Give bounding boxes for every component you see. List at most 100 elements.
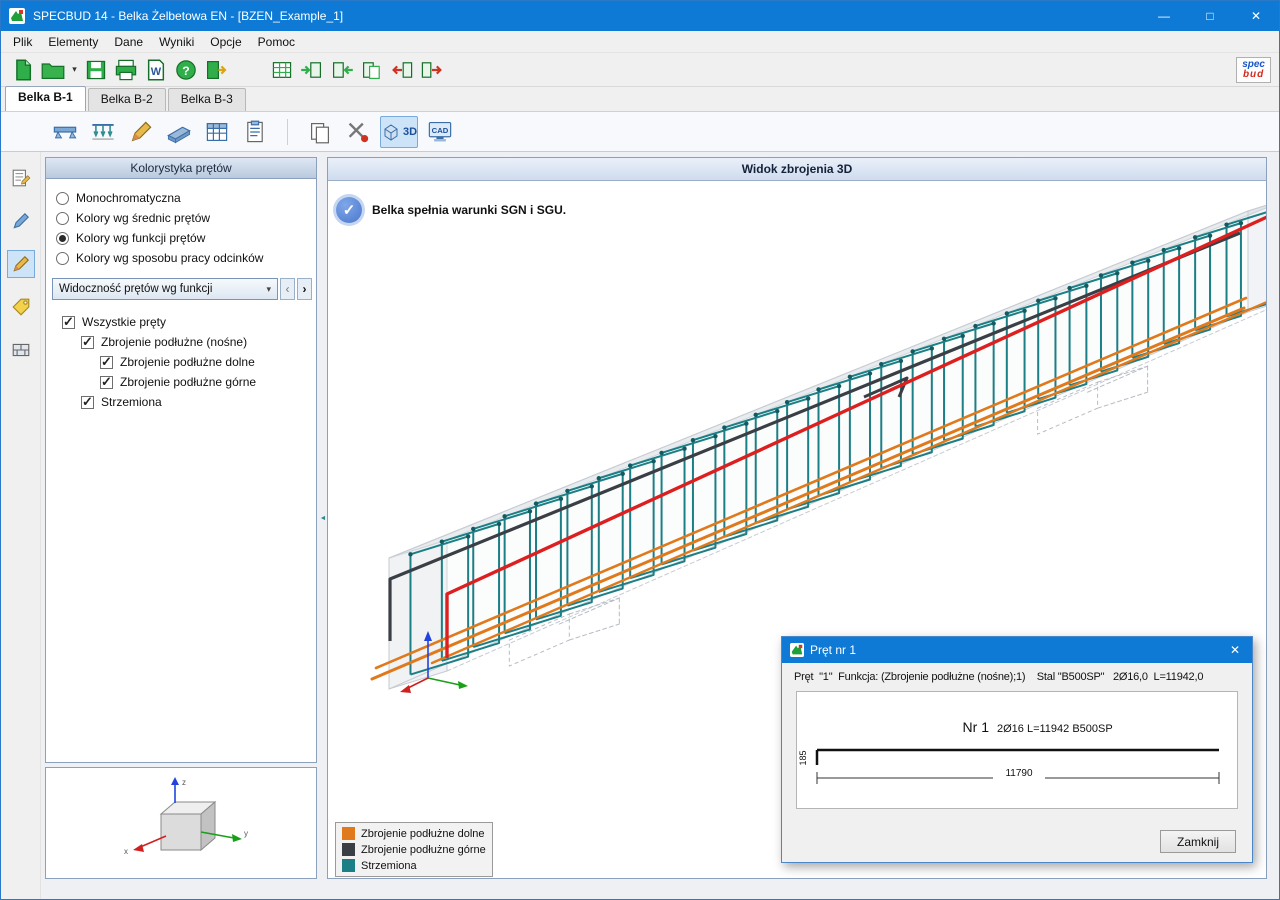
dialog-title: Pręt nr 1	[810, 643, 856, 657]
reinforcement-view-button[interactable]	[7, 250, 35, 278]
help-button[interactable]: ?	[172, 56, 200, 84]
menu-item[interactable]: Elementy	[40, 32, 106, 52]
open-file-button[interactable]	[39, 56, 67, 84]
color-mode-radios: Monochromatyczna Kolory wg średnic prętó…	[46, 179, 316, 268]
tree-item[interactable]: Wszystkie pręty	[46, 312, 316, 332]
delete-element-button[interactable]	[418, 56, 446, 84]
open-file-dropdown[interactable]: ▾	[69, 56, 80, 84]
visibility-combo-row: Widoczność prętów wg funkcji ▾ ‹ ›	[52, 278, 312, 300]
view-3d-button[interactable]: 3D	[380, 116, 418, 148]
loads-button[interactable]	[87, 116, 119, 148]
menu-item[interactable]: Opcje	[202, 32, 249, 52]
application-window: SPECBUD 14 - Belka Żelbetowa EN - [BZEN_…	[0, 0, 1280, 900]
bar-tools-button[interactable]	[342, 116, 374, 148]
radio-option[interactable]: Kolory wg sposobu pracy odcinków	[46, 248, 316, 268]
tree-item[interactable]: Zbrojenie podłużne górne	[46, 372, 316, 392]
visibility-dropdown[interactable]: Widoczność prętów wg funkcji ▾	[52, 278, 278, 300]
tab[interactable]: Belka B-2	[88, 88, 166, 111]
tree-item[interactable]: Zbrojenie podłużne dolne	[46, 352, 316, 372]
checkbox[interactable]	[62, 316, 75, 329]
menu-item[interactable]: Pomoc	[250, 32, 303, 52]
maximize-button[interactable]: □	[1187, 1, 1233, 31]
checkbox[interactable]	[100, 356, 113, 369]
print-icon	[114, 59, 138, 81]
new-file-icon	[12, 59, 34, 81]
radio-label: Kolory wg funkcji prętów	[76, 231, 205, 245]
cad-label: CAD	[432, 126, 449, 135]
insert-element-button[interactable]	[328, 56, 356, 84]
beam-scheme-icon	[52, 120, 78, 144]
dialog-close-icon[interactable]: ✕	[1218, 637, 1252, 663]
visibility-dropdown-value: Widoczność prętów wg funkcji	[59, 283, 212, 295]
hook-dimension: 185	[798, 750, 808, 765]
total-dimension: 11790	[1005, 768, 1033, 779]
view-toolbar: 3D CAD	[1, 112, 1279, 152]
beam-scheme-button[interactable]	[49, 116, 81, 148]
legend-swatch	[342, 859, 355, 872]
geometry-button[interactable]	[7, 164, 35, 192]
print-button[interactable]	[112, 56, 140, 84]
legend-label: Zbrojenie podłużne dolne	[361, 828, 485, 840]
minimize-button[interactable]: —	[1141, 1, 1187, 31]
menu-item[interactable]: Dane	[106, 32, 151, 52]
exit-button[interactable]	[202, 56, 230, 84]
tree-item[interactable]: Zbrojenie podłużne (nośne)	[46, 332, 316, 352]
legend-swatch	[342, 843, 355, 856]
previous-element-button[interactable]	[388, 56, 416, 84]
delete-element-icon	[420, 59, 444, 81]
add-element-icon	[300, 59, 324, 81]
radio-circle	[56, 192, 69, 205]
radio-option[interactable]: Kolory wg średnic prętów	[46, 208, 316, 228]
next-filter-button[interactable]: ›	[297, 278, 312, 300]
menu-item[interactable]: Plik	[5, 32, 40, 52]
dialog-titlebar[interactable]: Pręt nr 1 ✕	[782, 637, 1252, 663]
reinforcement-edit-button[interactable]	[125, 116, 157, 148]
new-file-button[interactable]	[9, 56, 37, 84]
axis-z-label: z	[182, 778, 186, 787]
radio-circle	[56, 232, 69, 245]
collapse-arrow-icon: ◄	[320, 515, 327, 522]
bar-colors-panel: Kolorystyka prętów Monochromatyczna Kolo…	[45, 157, 317, 763]
prev-filter-button[interactable]: ‹	[280, 278, 295, 300]
copy-view-button[interactable]	[304, 116, 336, 148]
add-element-button[interactable]	[298, 56, 326, 84]
window-controls: — □ ✕	[1141, 1, 1279, 31]
copy-element-button[interactable]	[358, 56, 386, 84]
insert-element-icon	[330, 59, 354, 81]
geometry-sheet-icon	[11, 168, 31, 188]
tree-item-label: Zbrojenie podłużne górne	[120, 375, 256, 389]
tab-label: Belka B-3	[181, 92, 233, 106]
orientation-cube[interactable]: z y x	[106, 776, 256, 871]
word-export-icon: W	[145, 59, 167, 81]
tree-item[interactable]: Strzemiona	[46, 392, 316, 412]
checkbox[interactable]	[81, 396, 94, 409]
save-button[interactable]	[82, 56, 110, 84]
menu-item[interactable]: Wyniki	[151, 32, 202, 52]
beam-tabbar: Belka B-1 Belka B-2 Belka B-3	[1, 87, 1279, 112]
beam-3d-model-button[interactable]	[163, 116, 195, 148]
status-row: ✓ Belka spełnia warunki SGN i SGU.	[336, 197, 566, 223]
labels-button[interactable]	[7, 293, 35, 321]
checkbox[interactable]	[81, 336, 94, 349]
close-button[interactable]: ✕	[1233, 1, 1279, 31]
axis-y-label: y	[244, 829, 248, 838]
close-dialog-button[interactable]: Zamknij	[1160, 830, 1236, 853]
report-button[interactable]	[239, 116, 271, 148]
export-word-button[interactable]: W	[142, 56, 170, 84]
sections-button[interactable]	[7, 336, 35, 364]
loads-edit-button[interactable]	[7, 207, 35, 235]
app-icon	[9, 8, 25, 24]
tab[interactable]: Belka B-3	[168, 88, 246, 111]
results-table-icon	[205, 120, 229, 144]
radio-option[interactable]: Monochromatyczna	[46, 188, 316, 208]
radio-option[interactable]: Kolory wg funkcji prętów	[46, 228, 316, 248]
checkbox[interactable]	[100, 376, 113, 389]
tree-item-label: Zbrojenie podłużne dolne	[120, 355, 255, 369]
tab[interactable]: Belka B-1	[5, 86, 86, 111]
panel-splitter[interactable]: ◄	[319, 157, 327, 879]
export-cad-button[interactable]: CAD	[424, 116, 456, 148]
specbud-logo: spec bud	[1236, 57, 1271, 83]
elements-table-button[interactable]	[268, 56, 296, 84]
results-table-button[interactable]	[201, 116, 233, 148]
menubar: PlikElementyDaneWynikiOpcjePomoc	[1, 31, 1279, 53]
